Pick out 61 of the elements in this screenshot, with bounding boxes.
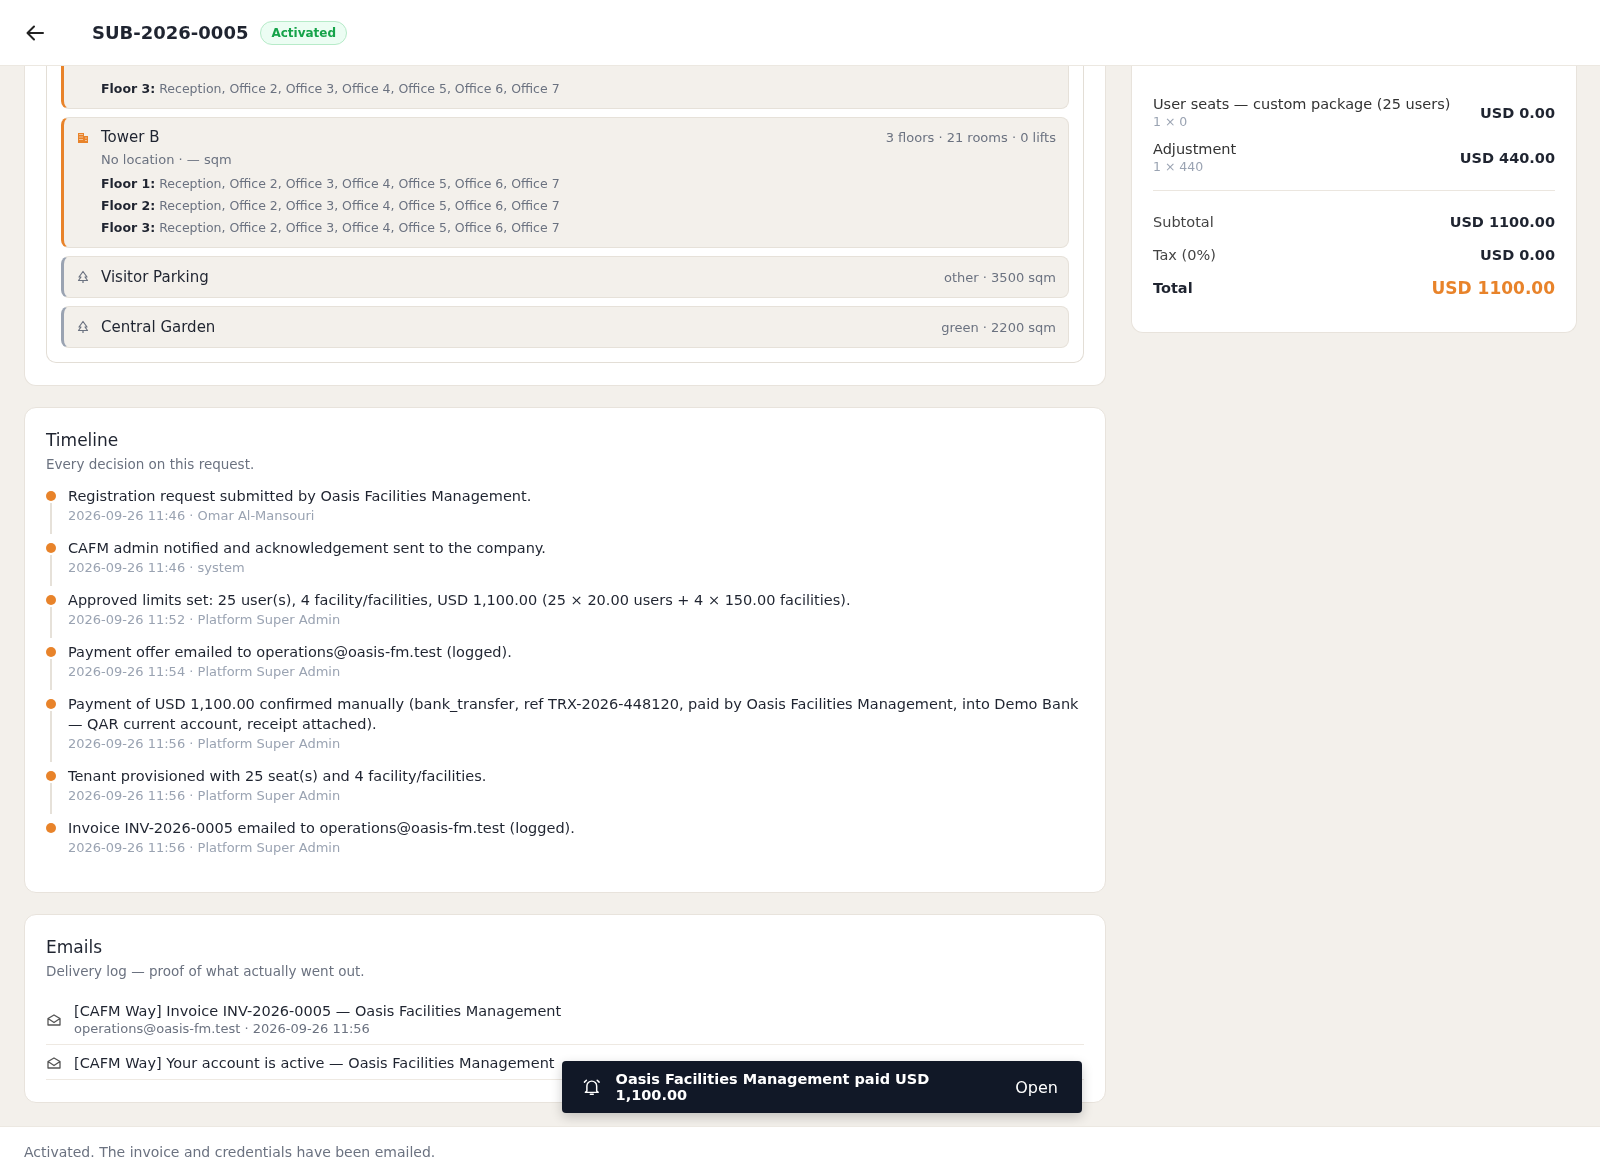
timeline-dot xyxy=(46,647,56,657)
email-subject: [CAFM Way] Invoice INV-2026-0005 — Oasis Facilities Management xyxy=(74,1003,562,1019)
event-text: Registration request submitted by Oasis Facilities Management. xyxy=(68,487,532,506)
facility-summary: other · 3500 sqm xyxy=(944,269,1056,285)
total-value: USD 1100.00 xyxy=(1449,213,1555,230)
timeline-dot xyxy=(46,491,56,501)
floor-rooms: Floor 3: Reception, Office 2, Office 3, Office 4, Office 5, Office 6, Office 7 xyxy=(101,219,561,237)
timeline-dot xyxy=(46,595,56,605)
event-meta: 2026-09-26 11:46 · system xyxy=(68,560,246,575)
facility-summary: green · 2200 sqm xyxy=(941,319,1056,335)
envelope-icon xyxy=(46,1055,62,1071)
event-text: Approved limits set: 25 user(s), 4 facility/facilities, USD 1,100.00 (25 × 20.00 users + 4 × 150.00 facilities). xyxy=(68,591,851,610)
event-text: CAFM admin notified and acknowledgement sent to the company. xyxy=(68,539,546,558)
event-meta: 2026-09-26 11:56 · Platform Super Admin xyxy=(68,788,342,803)
event-text: Payment offer emailed to operations@oasis-fm.test (logged). xyxy=(68,643,512,662)
total-label: Subtotal xyxy=(1153,213,1214,230)
event-meta: 2026-09-26 11:54 · Platform Super Admin xyxy=(68,664,342,679)
event-text: Invoice INV-2026-0005 emailed to operations@oasis-fm.test (logged). xyxy=(68,819,575,838)
floor-rooms: Floor 1: Reception, Office 2, Office 3, Office 4, Office 5, Office 6, Office 7 xyxy=(101,175,561,193)
tree-icon xyxy=(76,270,90,284)
timeline-dot xyxy=(46,543,56,553)
event-meta: 2026-09-26 11:56 · Platform Super Admin xyxy=(68,736,342,751)
line-item-quantity: 1 × 440 xyxy=(1153,159,1205,174)
line-item-quantity: 1 × 0 xyxy=(1153,114,1189,129)
building-icon xyxy=(76,130,90,144)
event-meta: 2026-09-26 11:56 · Platform Super Admin xyxy=(68,840,342,855)
total-label: Tax (0%) xyxy=(1153,246,1216,263)
section-subtitle: Delivery log — proof of what actually went out. xyxy=(46,963,366,979)
line-item-amount: USD 440.00 xyxy=(1459,149,1555,166)
facility-name: Visitor Parking xyxy=(101,268,209,286)
total-label: Total xyxy=(1153,279,1193,296)
timeline-dot xyxy=(46,771,56,781)
event-meta: 2026-09-26 11:46 · Omar Al-Mansouri xyxy=(68,508,316,523)
email-subject: [CAFM Way] Your account is active — Oasis Facilities Management xyxy=(74,1055,555,1071)
section-title: Timeline xyxy=(46,430,120,450)
section-subtitle: Every decision on this request. xyxy=(46,456,256,472)
total-value: USD 0.00 xyxy=(1479,246,1555,263)
facility-name: Central Garden xyxy=(101,318,216,336)
event-text: Tenant provisioned with 25 seat(s) and 4 facility/facilities. xyxy=(68,767,487,786)
status-badge: Activated xyxy=(260,20,348,45)
timeline-dot xyxy=(46,823,56,833)
facility-location: No location · — sqm xyxy=(101,152,233,167)
toast-message: Oasis Facilities Management paid USD 1,100.00 xyxy=(615,1071,931,1103)
floor-rooms: Floor 2: Reception, Office 2, Office 3, Office 4, Office 5, Office 6, Office 7 xyxy=(101,197,561,215)
page-title: SUB-2026-0005 xyxy=(92,22,249,43)
line-item-name: User seats — custom package (25 users) xyxy=(1153,96,1451,112)
open-button[interactable]: Open xyxy=(1011,1073,1062,1101)
email-meta: operations@oasis-fm.test · 2026-09-26 11:56 xyxy=(74,1021,371,1036)
status-message: Activated. The invoice and credentials have been emailed. xyxy=(24,1143,436,1160)
event-meta: 2026-09-26 11:52 · Platform Super Admin xyxy=(68,612,342,627)
timeline-dot xyxy=(46,699,56,709)
total-value: USD 1100.00 xyxy=(1431,277,1555,298)
facility-summary: 3 floors · 21 rooms · 0 lifts xyxy=(885,129,1056,145)
line-item-amount: USD 0.00 xyxy=(1479,104,1555,121)
facility-name: Tower B xyxy=(101,128,160,146)
event-text: Payment of USD 1,100.00 confirmed manually (bank_transfer, ref TRX-2026-448120, paid by Oasis Facilities Management, into Demo Bank — QAR current account, receipt attached). xyxy=(68,695,1080,734)
bell-icon xyxy=(582,1077,602,1097)
tree-icon xyxy=(76,320,90,334)
floor-rooms: Floor 3: Reception, Office 2, Office 3, Office 4, Office 5, Office 6, Office 7 xyxy=(101,80,561,98)
section-title: Emails xyxy=(46,937,104,957)
line-item-name: Adjustment xyxy=(1153,141,1237,157)
